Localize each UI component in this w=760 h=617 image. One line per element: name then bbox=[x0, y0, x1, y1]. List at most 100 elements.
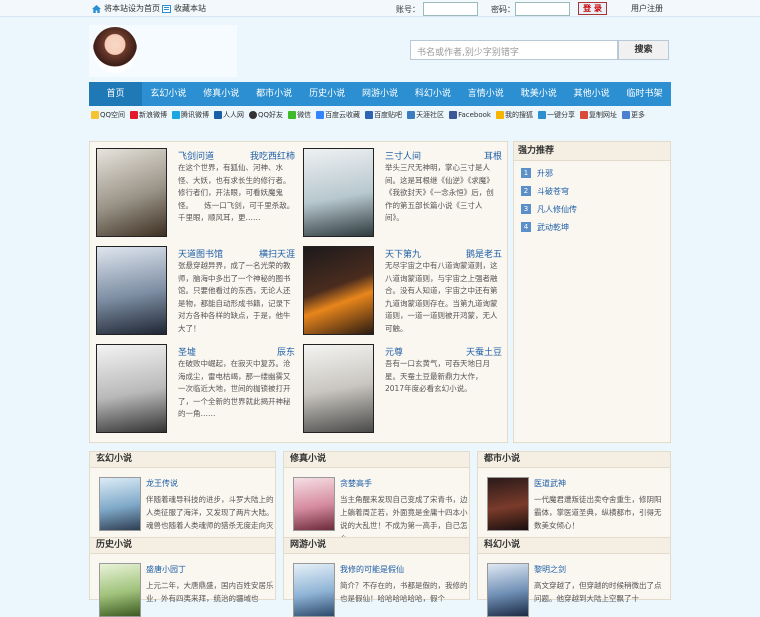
share-facebook[interactable]: Facebook bbox=[449, 111, 491, 119]
share-qq-friend[interactable]: QQ好友 bbox=[249, 110, 283, 120]
featured-book[interactable]: 三寸人间 耳根 举头三尺无神明，掌心三寸是人间。这是耳根继《仙逆》《求魔》《我欲… bbox=[297, 148, 504, 245]
recommend-item-label: 升邪 bbox=[537, 168, 553, 178]
share-wechat[interactable]: 微信 bbox=[288, 110, 311, 120]
share-sohu[interactable]: 我的搜狐 bbox=[495, 110, 533, 120]
featured-book[interactable]: 天下第九 鹅是老五 无尽宇宙之中有八道询蒙道则，这八道询蒙道则，与宇宙之上强者融… bbox=[297, 246, 504, 343]
share-baidu-cloud[interactable]: 百度云收藏 bbox=[316, 110, 360, 120]
book-title[interactable]: 医道武神 bbox=[534, 478, 566, 489]
bookmark-link[interactable]: 收藏本站 bbox=[162, 3, 206, 14]
category-title[interactable]: 都市小说 bbox=[478, 452, 670, 468]
book-desc: 上元二年，大唐鼎盛，国内百姓安居乐业，外有四夷来拜，统治的疆域也 bbox=[146, 581, 274, 603]
nav-wangyou[interactable]: 网游小说 bbox=[354, 82, 407, 106]
category-block: 玄幻小说 龙王传说 伴随着魂导科技的进步，斗罗大陆上的人类征服了海洋，又发现了两… bbox=[89, 451, 276, 540]
category-block: 都市小说 医道武神 一代魔君遭叛徒出卖夺舍重生，修阴阳霸体，掌医道圣典，纵横都市… bbox=[477, 451, 671, 540]
recommend-title: 强力推荐 bbox=[514, 142, 670, 161]
search-input[interactable]: 书名或作者,别少字别错字 bbox=[410, 40, 618, 60]
nav-yanqing[interactable]: 言情小说 bbox=[459, 82, 512, 106]
book-cover[interactable] bbox=[99, 563, 141, 617]
book-author[interactable]: 横扫天涯 bbox=[259, 247, 295, 260]
share-tieba[interactable]: 百度贴吧 bbox=[365, 110, 402, 120]
share-copy-url[interactable]: 复制网址 bbox=[579, 110, 617, 120]
category-title[interactable]: 网游小说 bbox=[284, 538, 469, 554]
book-title[interactable]: 圣墟 bbox=[178, 345, 196, 358]
login-button[interactable]: 登 录 bbox=[578, 2, 607, 15]
site-logo[interactable] bbox=[89, 25, 237, 77]
qq-icon bbox=[249, 111, 258, 119]
share-qzone[interactable]: QQ空间 bbox=[91, 110, 125, 120]
featured-book[interactable]: 飞剑问道 我吃西红柿 在这个世界，有狐仙、河神、水怪、大妖，也有求长生的修行者。… bbox=[90, 148, 306, 245]
register-link[interactable]: 用户注册 bbox=[631, 3, 663, 14]
book-title[interactable]: 天下第九 bbox=[385, 247, 421, 260]
nav-other[interactable]: 其他小说 bbox=[565, 82, 618, 106]
recommend-item-label: 凡人修仙传 bbox=[537, 204, 577, 214]
book-cover[interactable] bbox=[99, 477, 141, 531]
nav-bookshelf[interactable]: 临时书架 bbox=[618, 82, 671, 106]
featured-book[interactable]: 圣墟 辰东 在破败中崛起，在寂灭中复苏。沧海成尘，雷电枯竭，那一缕幽雾又一次临近… bbox=[90, 344, 297, 441]
share-tianya[interactable]: 天涯社区 bbox=[407, 110, 444, 120]
share-oneclick[interactable]: 一键分享 bbox=[537, 110, 575, 120]
book-author[interactable]: 辰东 bbox=[277, 345, 295, 358]
book-cover[interactable] bbox=[487, 563, 529, 617]
share-facebook-label: Facebook bbox=[458, 111, 491, 119]
book-title[interactable]: 黎明之剑 bbox=[534, 564, 566, 575]
share-weibo[interactable]: 新浪微博 bbox=[130, 110, 167, 120]
book-title[interactable]: 盛唐小园丁 bbox=[146, 564, 186, 575]
password-input[interactable] bbox=[515, 2, 570, 16]
nav-lishi[interactable]: 历史小说 bbox=[301, 82, 354, 106]
book-title[interactable]: 飞剑问道 bbox=[178, 149, 214, 162]
book-cover[interactable] bbox=[96, 148, 167, 237]
featured-book[interactable]: 天道图书馆 横扫天涯 张悬穿越异界，成了一名光荣的教师，脑海中多出了一个神秘的图… bbox=[90, 246, 297, 343]
book-cover[interactable] bbox=[487, 477, 529, 531]
book-author[interactable]: 鹅是老五 bbox=[466, 247, 502, 260]
facebook-icon bbox=[449, 111, 458, 119]
set-homepage-link[interactable]: 将本站设为首页 bbox=[92, 3, 160, 14]
book-title[interactable]: 我修的可能是假仙 bbox=[340, 564, 404, 575]
category-title[interactable]: 科幻小说 bbox=[478, 538, 670, 554]
recommend-item[interactable]: 2 斗破苍穹 bbox=[514, 182, 670, 200]
book-author[interactable]: 耳根 bbox=[484, 149, 502, 162]
nav-danmei[interactable]: 耽美小说 bbox=[512, 82, 565, 106]
book-title[interactable]: 天道图书馆 bbox=[178, 247, 223, 260]
share-more[interactable]: 更多 bbox=[621, 110, 645, 120]
book-author[interactable]: 我吃西红柿 bbox=[250, 149, 295, 162]
recommend-panel: 强力推荐 1 升邪 2 斗破苍穹 3 凡人修仙传 4 武动乾坤 bbox=[513, 141, 671, 443]
search-button[interactable]: 搜索 bbox=[618, 40, 669, 60]
category-title[interactable]: 修真小说 bbox=[284, 452, 469, 468]
share-renren[interactable]: 人人网 bbox=[214, 110, 244, 120]
category-title[interactable]: 玄幻小说 bbox=[90, 452, 275, 468]
book-cover[interactable] bbox=[96, 344, 167, 433]
share-tencent-weibo[interactable]: 腾讯微博 bbox=[172, 110, 209, 120]
book-cover[interactable] bbox=[303, 344, 374, 433]
share-oneclick-label: 一键分享 bbox=[546, 111, 575, 119]
recommend-item[interactable]: 1 升邪 bbox=[514, 164, 670, 182]
featured-book[interactable]: 元尊 天蚕土豆 吾有一口玄黄气，可吞天地日月星。天蚕土豆最新鼎力大作，2017年… bbox=[297, 344, 504, 441]
category-block: 修真小说 贪婪高手 当主角醒来发现自己变成了宋青书，边上躺着周芷若，外面竟是金庸… bbox=[283, 451, 470, 543]
book-title[interactable]: 贪婪高手 bbox=[340, 478, 372, 489]
nav-xiuzhen[interactable]: 修真小说 bbox=[195, 82, 248, 106]
book-title[interactable]: 龙王传说 bbox=[146, 478, 178, 489]
recommend-item-label: 斗破苍穹 bbox=[537, 186, 569, 196]
recommend-item[interactable]: 4 武动乾坤 bbox=[514, 218, 670, 236]
nav-dushi[interactable]: 都市小说 bbox=[248, 82, 301, 106]
account-input[interactable] bbox=[423, 2, 478, 16]
category-title[interactable]: 历史小说 bbox=[90, 538, 275, 554]
nav-home[interactable]: 首页 bbox=[89, 82, 142, 106]
book-cover[interactable] bbox=[303, 148, 374, 237]
book-title[interactable]: 元尊 bbox=[385, 345, 403, 358]
book-title[interactable]: 三寸人间 bbox=[385, 149, 421, 162]
tianya-icon bbox=[407, 111, 416, 119]
nav-xuanhuan[interactable]: 玄幻小说 bbox=[142, 82, 195, 106]
book-cover[interactable] bbox=[96, 246, 167, 335]
rank-number: 4 bbox=[521, 222, 531, 232]
book-desc: 举头三尺无神明，掌心三寸是人间。这是耳根继《仙逆》《求魔》《我欲封天》《一念永恒… bbox=[385, 163, 494, 222]
book-author[interactable]: 天蚕土豆 bbox=[466, 345, 502, 358]
book-cover[interactable] bbox=[303, 246, 374, 335]
wechat-icon bbox=[288, 111, 297, 119]
book-cover[interactable] bbox=[293, 563, 335, 617]
nav-kehuan[interactable]: 科幻小说 bbox=[406, 82, 459, 106]
share-sohu-label: 我的搜狐 bbox=[504, 111, 533, 119]
weibo-icon bbox=[130, 111, 139, 119]
recommend-item[interactable]: 3 凡人修仙传 bbox=[514, 200, 670, 218]
tencent-weibo-icon bbox=[172, 111, 181, 119]
book-cover[interactable] bbox=[293, 477, 335, 531]
